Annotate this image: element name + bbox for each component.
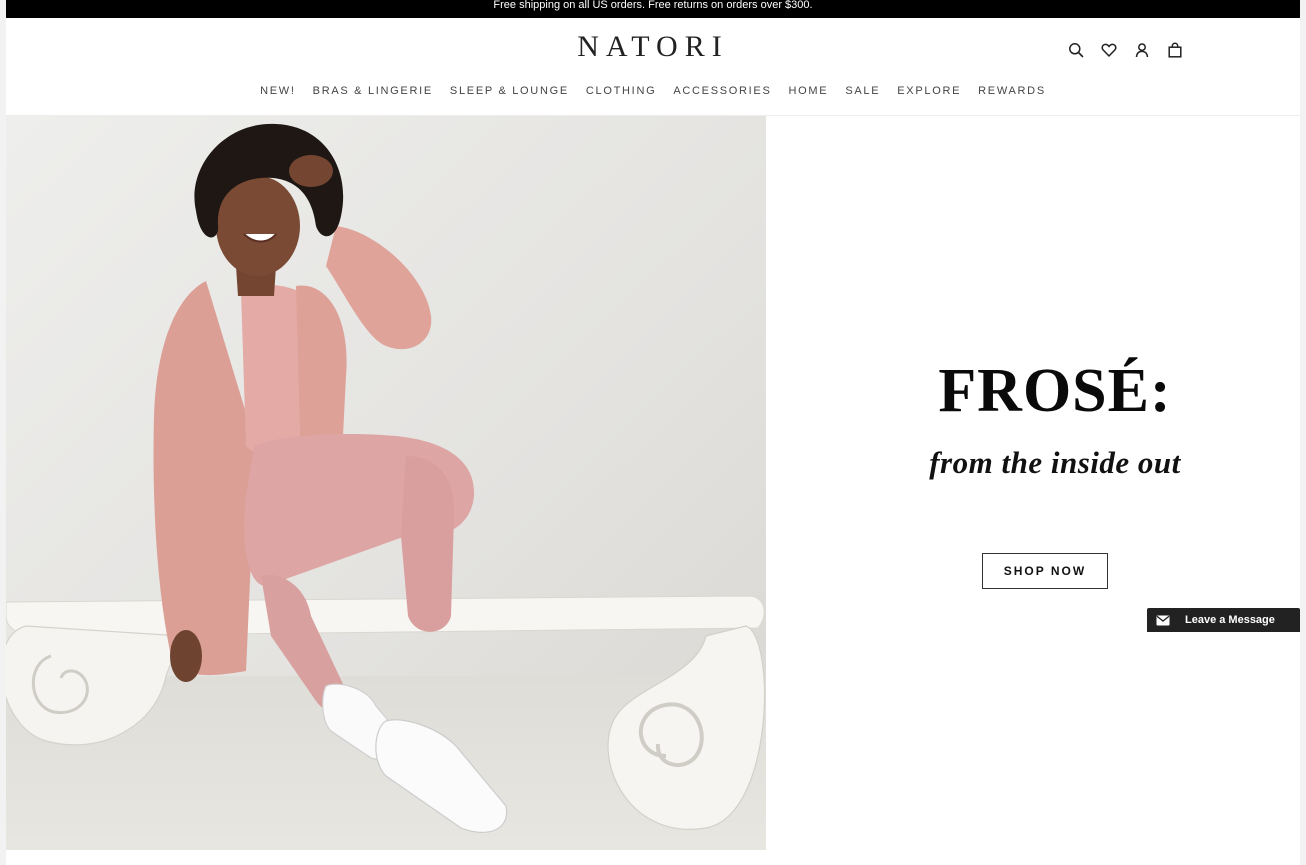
main-nav: NEW! BRAS & LINGERIE SLEEP & LOUNGE CLOT… — [6, 85, 1300, 98]
page: Free shipping on all US orders. Free ret… — [6, 0, 1300, 865]
nav-item-bras-lingerie[interactable]: BRAS & LINGERIE — [313, 85, 433, 98]
user-icon[interactable] — [1132, 40, 1151, 59]
nav-item-clothing[interactable]: CLOTHING — [586, 85, 656, 98]
header-icons — [1066, 40, 1184, 59]
nav-item-accessories[interactable]: ACCESSORIES — [673, 85, 771, 98]
nav-item-sleep-lounge[interactable]: SLEEP & LOUNGE — [450, 85, 569, 98]
search-icon[interactable] — [1066, 40, 1085, 59]
leave-message-label: Leave a Message — [1185, 614, 1275, 626]
nav-item-rewards[interactable]: REWARDS — [978, 85, 1046, 98]
heart-icon[interactable] — [1099, 40, 1118, 59]
nav-item-explore[interactable]: EXPLORE — [897, 85, 961, 98]
announcement-bar: Free shipping on all US orders. Free ret… — [6, 0, 1300, 18]
mail-icon — [1155, 612, 1171, 628]
hero-headline: FROSÉ: — [938, 357, 1172, 425]
page-bottom — [6, 850, 1300, 865]
nav-item-home[interactable]: HOME — [789, 85, 829, 98]
hero-copy: FROSÉ: from the inside out SHOP NOW — [766, 116, 1300, 850]
nav-item-sale[interactable]: SALE — [845, 85, 880, 98]
hero-illustration — [6, 116, 766, 850]
bag-icon[interactable] — [1165, 40, 1184, 59]
hero-image[interactable] — [6, 116, 766, 850]
page-edge-right — [1300, 0, 1306, 865]
shop-now-button[interactable]: SHOP NOW — [982, 553, 1108, 589]
hero-subhead: from the inside out — [929, 445, 1181, 480]
leave-message-button[interactable]: Leave a Message — [1147, 608, 1300, 632]
nav-item-new[interactable]: NEW! — [260, 85, 296, 98]
